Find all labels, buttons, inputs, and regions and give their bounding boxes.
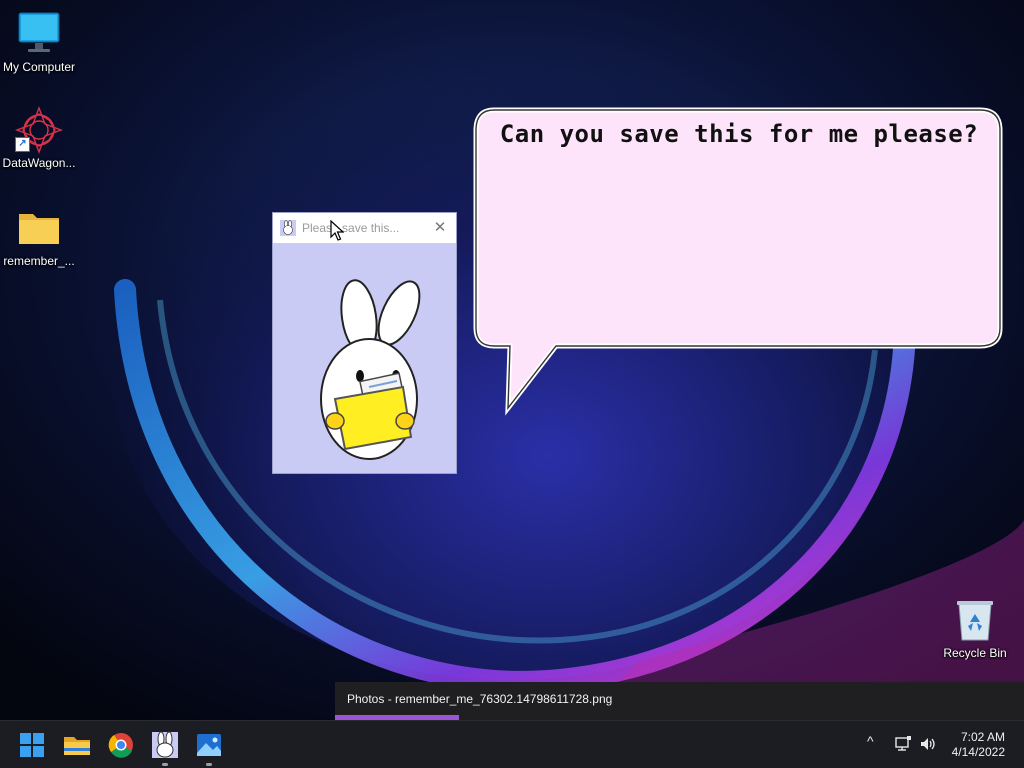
datawagon-logo-icon: ↗: [15, 106, 63, 154]
chrome-button[interactable]: [105, 729, 137, 761]
dialog-titlebar[interactable]: Please save this... ✕: [273, 213, 456, 243]
chrome-icon: [108, 733, 133, 758]
speech-bubble-text: Can you save this for me please?: [499, 120, 979, 148]
photos-icon: [197, 734, 221, 756]
photos-task-preview[interactable]: Photos - remember_me_76302.14798611728.p…: [335, 682, 1024, 720]
photos-preview-title: Photos - remember_me_76302.14798611728.p…: [347, 692, 613, 706]
my-computer-desktop-icon[interactable]: My Computer: [0, 10, 78, 74]
recycle-bin-icon: [951, 596, 999, 644]
shortcut-arrow-icon: ↗: [15, 137, 30, 152]
speech-bubble: [473, 107, 1003, 416]
remember-folder-desktop-icon[interactable]: remember_...: [0, 204, 78, 268]
desktop-icon-label: Recycle Bin: [943, 646, 1007, 660]
desktop-icon-label: My Computer: [2, 60, 76, 74]
taskbar-clock[interactable]: 7:02 AM 4/14/2022: [952, 730, 1005, 760]
start-button[interactable]: [16, 729, 48, 761]
file-explorer-icon: [64, 737, 90, 755]
bunny-app-icon: [280, 220, 296, 236]
folder-icon: [15, 204, 63, 252]
show-hidden-icons-chevron-icon[interactable]: ^: [867, 733, 874, 749]
windows-start-icon: [20, 733, 44, 757]
please-save-dialog[interactable]: Please save this... ✕: [272, 212, 457, 474]
taskbar: ^ 7:02 AM 4/14/2022: [0, 720, 1024, 768]
bunny-app-button[interactable]: [149, 729, 181, 766]
dialog-close-button[interactable]: ✕: [430, 218, 450, 238]
bunny-holding-folder-illustration: [320, 279, 421, 460]
clock-time: 7:02 AM: [960, 730, 1005, 744]
dialog-title: Please save this...: [302, 221, 400, 235]
running-indicator: [206, 763, 212, 766]
desktop-icon-label: remember_...: [3, 254, 75, 268]
datawagon-shortcut-icon[interactable]: ↗ DataWagon...: [0, 106, 78, 170]
bunny-app-icon: [152, 731, 178, 758]
network-icon[interactable]: [894, 735, 912, 753]
file-explorer-button[interactable]: [61, 729, 93, 761]
desktop-icon-label: DataWagon...: [2, 156, 76, 170]
volume-icon[interactable]: [919, 735, 937, 753]
running-indicator: [162, 763, 168, 766]
photos-button[interactable]: [193, 729, 225, 766]
mouse-cursor-icon: [330, 220, 344, 241]
recycle-bin-desktop-icon[interactable]: Recycle Bin: [936, 596, 1014, 660]
monitor-icon: [15, 10, 63, 58]
clock-date: 4/14/2022: [951, 745, 1005, 759]
